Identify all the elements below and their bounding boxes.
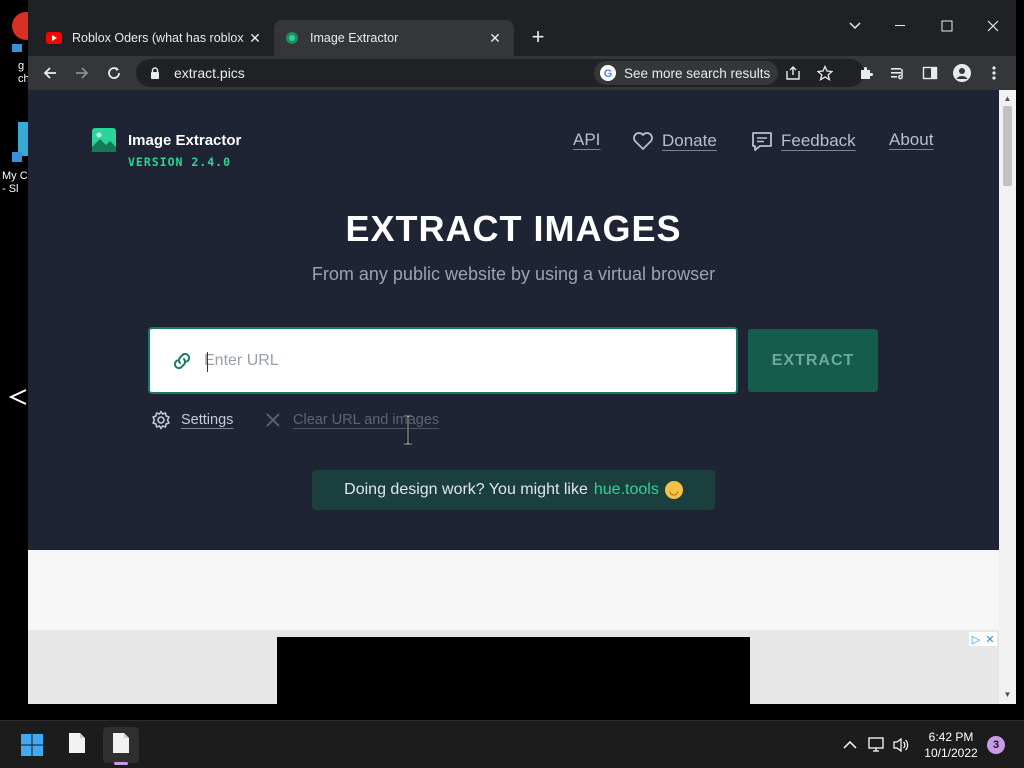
clock-time: 6:42 PM	[928, 730, 974, 744]
google-icon: G	[600, 65, 616, 81]
browser-window: Roblox Oders (what has roblox b ✕ Image …	[28, 0, 1016, 704]
text-caret	[207, 352, 208, 372]
version-label: VERSION 2.4.0	[128, 155, 232, 169]
ad-choices[interactable]: ▷ ✕	[969, 632, 997, 646]
profile-avatar-icon[interactable]	[949, 60, 975, 86]
extensions-icon[interactable]	[853, 60, 879, 86]
forward-button[interactable]	[69, 60, 95, 86]
image-extractor-favicon	[284, 30, 300, 46]
url-input[interactable]	[204, 351, 736, 370]
document-icon	[68, 732, 86, 759]
promo-banner: Doing design work? You might like hue.to…	[312, 470, 715, 510]
ad-close-icon[interactable]: ✕	[983, 632, 997, 646]
tray-overflow-chevron-icon[interactable]	[840, 735, 860, 755]
search-results-chip[interactable]: G See more search results	[594, 61, 779, 85]
nav-link-donate[interactable]: Donate	[632, 130, 717, 152]
document-icon	[112, 732, 130, 759]
close-icon	[263, 410, 283, 430]
taskbar-file-app-2[interactable]	[103, 727, 139, 763]
tab-close-icon[interactable]: ✕	[486, 29, 504, 47]
smiling-face-icon: ◡	[664, 481, 683, 499]
address-bar[interactable]: extract.pics G See more search results	[136, 59, 864, 87]
settings-label: Settings	[181, 412, 234, 428]
svg-text:G: G	[604, 68, 613, 80]
search-chip-label: See more search results	[624, 65, 771, 81]
page-viewport: Image Extractor VERSION 2.4.0 API Donate…	[28, 90, 999, 704]
new-tab-button[interactable]: +	[526, 26, 550, 50]
tab-close-icon[interactable]: ✕	[246, 29, 264, 47]
nav-link-label: API	[573, 130, 601, 149]
reload-button[interactable]	[101, 60, 127, 86]
network-icon[interactable]	[867, 735, 887, 755]
promo-link[interactable]: hue.tools	[594, 481, 659, 499]
side-panel-icon[interactable]	[917, 60, 943, 86]
heart-icon	[632, 130, 654, 152]
extract-button[interactable]: EXTRACT	[748, 329, 878, 392]
share-icon[interactable]	[785, 65, 801, 86]
chat-icon	[751, 130, 773, 152]
tab-title: Image Extractor	[310, 31, 399, 45]
start-button[interactable]	[14, 727, 50, 763]
media-queue-icon[interactable]	[885, 60, 911, 86]
nav-link-feedback[interactable]: Feedback	[751, 130, 856, 152]
tab-image-extractor[interactable]: Image Extractor ✕	[274, 20, 514, 56]
clock-date: 10/1/2022	[924, 746, 978, 760]
settings-button[interactable]: Settings	[151, 410, 233, 430]
tab-search-chevron-icon[interactable]	[840, 12, 870, 40]
nav-link-api[interactable]: API	[573, 130, 600, 150]
nav-link-label: Feedback	[781, 131, 856, 150]
text-cursor-icon	[404, 415, 412, 445]
tab-strip: Roblox Oders (what has roblox b ✕ Image …	[28, 0, 1016, 56]
more-menu-icon[interactable]	[981, 60, 1007, 86]
volume-icon[interactable]	[891, 735, 911, 755]
clear-label: Clear URL and images	[293, 412, 440, 428]
ad-video[interactable]	[277, 637, 750, 704]
image-extractor-logo-icon[interactable]	[92, 128, 116, 152]
minimize-button[interactable]	[886, 12, 916, 40]
youtube-icon	[46, 30, 62, 46]
taskbar: 6:42 PM 10/1/2022 3	[0, 720, 1024, 768]
close-window-button[interactable]	[978, 12, 1008, 40]
url-input-field[interactable]	[148, 327, 738, 394]
lock-icon[interactable]	[148, 66, 162, 80]
desktop-shortcut-2[interactable]: My C - Sl	[0, 122, 32, 195]
ad-banner[interactable]: ▷ ✕	[28, 630, 999, 704]
back-arrow-icon[interactable]	[8, 388, 28, 411]
link-icon	[170, 349, 194, 373]
notification-badge[interactable]: 3	[987, 736, 1005, 754]
promo-text: Doing design work? You might like	[344, 481, 588, 498]
scroll-up-arrow-icon[interactable]: ▲	[1003, 94, 1012, 103]
page-title: EXTRACT IMAGES	[345, 208, 682, 249]
browser-toolbar: extract.pics G See more search results	[28, 56, 1016, 90]
tab-title: Roblox Oders (what has roblox b	[72, 31, 246, 45]
nav-link-label: Donate	[662, 131, 717, 150]
desktop-shortcut-1[interactable]: g ch	[0, 8, 40, 85]
maximize-button[interactable]	[932, 12, 962, 40]
desktop-shortcut-2-label: My C - Sl	[2, 170, 28, 195]
bookmark-star-icon[interactable]	[816, 64, 834, 86]
page-scrollbar[interactable]: ▲ ▼	[999, 90, 1016, 704]
nav-link-label: About	[889, 130, 934, 149]
brand-name[interactable]: Image Extractor	[128, 132, 241, 149]
back-button[interactable]	[37, 60, 63, 86]
tab-roblox[interactable]: Roblox Oders (what has roblox b ✕	[36, 20, 274, 56]
scroll-thumb[interactable]	[1003, 106, 1012, 186]
page-subtitle: From any public website by using a virtu…	[311, 264, 716, 284]
system-clock[interactable]: 6:42 PM 10/1/2022	[920, 729, 982, 761]
ad-info-icon[interactable]: ▷	[969, 632, 983, 646]
gear-icon	[151, 410, 171, 430]
taskbar-file-app-1[interactable]	[59, 727, 95, 763]
nav-link-about[interactable]: About	[889, 130, 933, 150]
hero-section: Image Extractor VERSION 2.4.0 API Donate…	[28, 90, 999, 550]
active-app-indicator	[114, 762, 128, 765]
scroll-down-arrow-icon[interactable]: ▼	[1003, 690, 1012, 699]
